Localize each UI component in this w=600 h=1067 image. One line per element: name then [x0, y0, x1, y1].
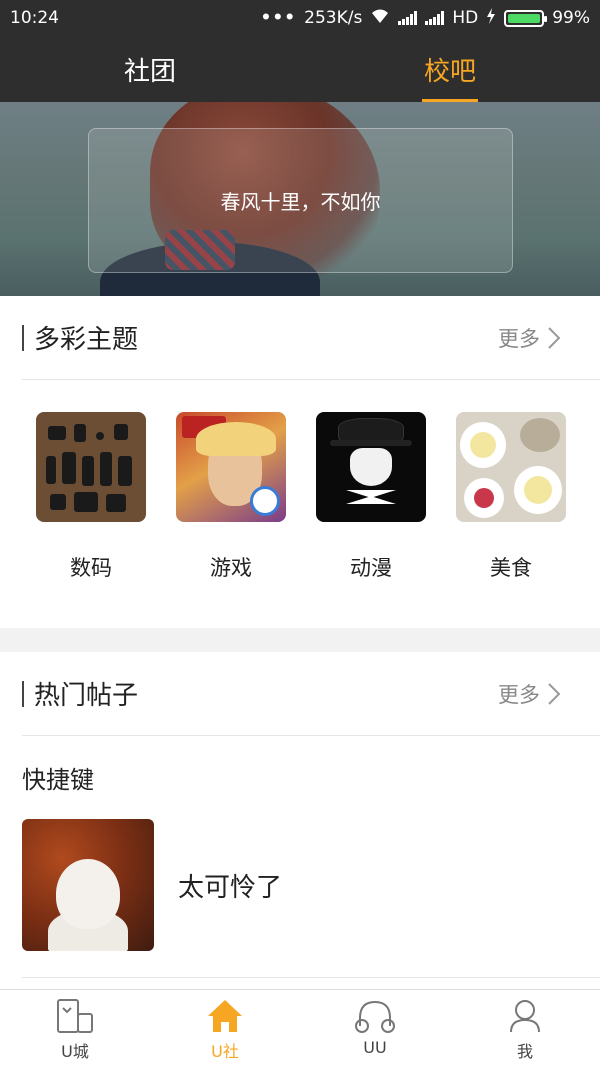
network-type: HD: [452, 8, 479, 28]
hot-posts-section: 热门帖子 更多 快捷键 太可怜了: [0, 652, 600, 989]
gadgets-image: [36, 412, 146, 522]
signal-icon-2: [425, 11, 445, 25]
more-label: 更多: [498, 326, 540, 351]
status-time: 10:24: [10, 8, 59, 28]
network-speed: 253K/s: [304, 8, 363, 28]
more-dots-icon: •••: [260, 8, 297, 28]
chevron-right-icon: [548, 326, 560, 349]
themes-grid: 数码 游戏 动漫 美食: [0, 380, 600, 582]
battery-percent: 99%: [552, 8, 590, 28]
top-tab-bar: 社团 校吧: [0, 36, 600, 102]
hot-posts-more-link[interactable]: 更多: [498, 679, 578, 709]
bottom-nav: U城 U社 UU 我: [0, 989, 600, 1067]
battery-icon: [504, 9, 548, 27]
themes-more-link[interactable]: 更多: [498, 323, 578, 353]
theme-item-game[interactable]: 游戏: [176, 412, 286, 582]
themes-section: 多彩主题 更多 数码 游戏 动漫 美食: [0, 296, 600, 628]
tab-clubs[interactable]: 社团: [0, 36, 300, 102]
divider: [22, 977, 600, 978]
themes-title: 多彩主题: [34, 325, 139, 355]
nav-label: U社: [211, 1042, 239, 1061]
nav-me[interactable]: 我: [450, 990, 600, 1067]
section-marker: [22, 324, 24, 351]
city-icon: [57, 999, 93, 1033]
theme-label: 游戏: [210, 556, 252, 580]
anime-character-image: [316, 412, 426, 522]
tab-school-forum[interactable]: 校吧: [300, 36, 600, 102]
theme-item-digital[interactable]: 数码: [36, 412, 146, 582]
game-hero-image: [176, 412, 286, 522]
nav-u-community[interactable]: U社: [150, 990, 300, 1067]
theme-label: 动漫: [350, 556, 392, 580]
theme-label: 美食: [490, 556, 532, 580]
theme-item-food[interactable]: 美食: [456, 412, 566, 582]
charging-icon: [486, 7, 496, 29]
hot-posts-title: 热门帖子: [34, 681, 139, 711]
more-label: 更多: [498, 682, 540, 707]
food-plates-image: [456, 412, 566, 522]
nav-uu[interactable]: UU: [300, 990, 450, 1067]
nav-label: 我: [516, 1042, 533, 1061]
post-category[interactable]: 快捷键: [0, 736, 600, 795]
nav-u-city[interactable]: U城: [0, 990, 150, 1067]
theme-item-anime[interactable]: 动漫: [316, 412, 426, 582]
battery-fill: [508, 13, 540, 23]
post-item[interactable]: 太可怜了: [0, 795, 600, 951]
section-marker: [22, 680, 24, 707]
post-text: 太可怜了: [178, 872, 283, 903]
theme-label: 数码: [70, 556, 112, 580]
signal-icon: [398, 11, 418, 25]
headphones-icon: [355, 1000, 395, 1033]
wifi-icon: [370, 8, 390, 29]
banner-caption-box: 春风十里，不如你: [88, 128, 513, 273]
hot-posts-header: 热门帖子 更多: [22, 652, 600, 736]
status-bar: 10:24 ••• 253K/s HD 99%: [0, 0, 600, 36]
nav-label: UU: [363, 1038, 387, 1057]
home-icon: [208, 1000, 242, 1032]
status-indicators: ••• 253K/s HD 99%: [260, 7, 590, 29]
banner-caption: 春风十里，不如你: [220, 190, 381, 214]
themes-header: 多彩主题 更多: [22, 296, 600, 380]
chevron-right-icon: [548, 682, 560, 705]
dog-photo: [22, 819, 154, 951]
person-icon: [510, 1000, 540, 1033]
banner[interactable]: 春风十里，不如你: [0, 102, 600, 296]
nav-label: U城: [61, 1042, 89, 1061]
